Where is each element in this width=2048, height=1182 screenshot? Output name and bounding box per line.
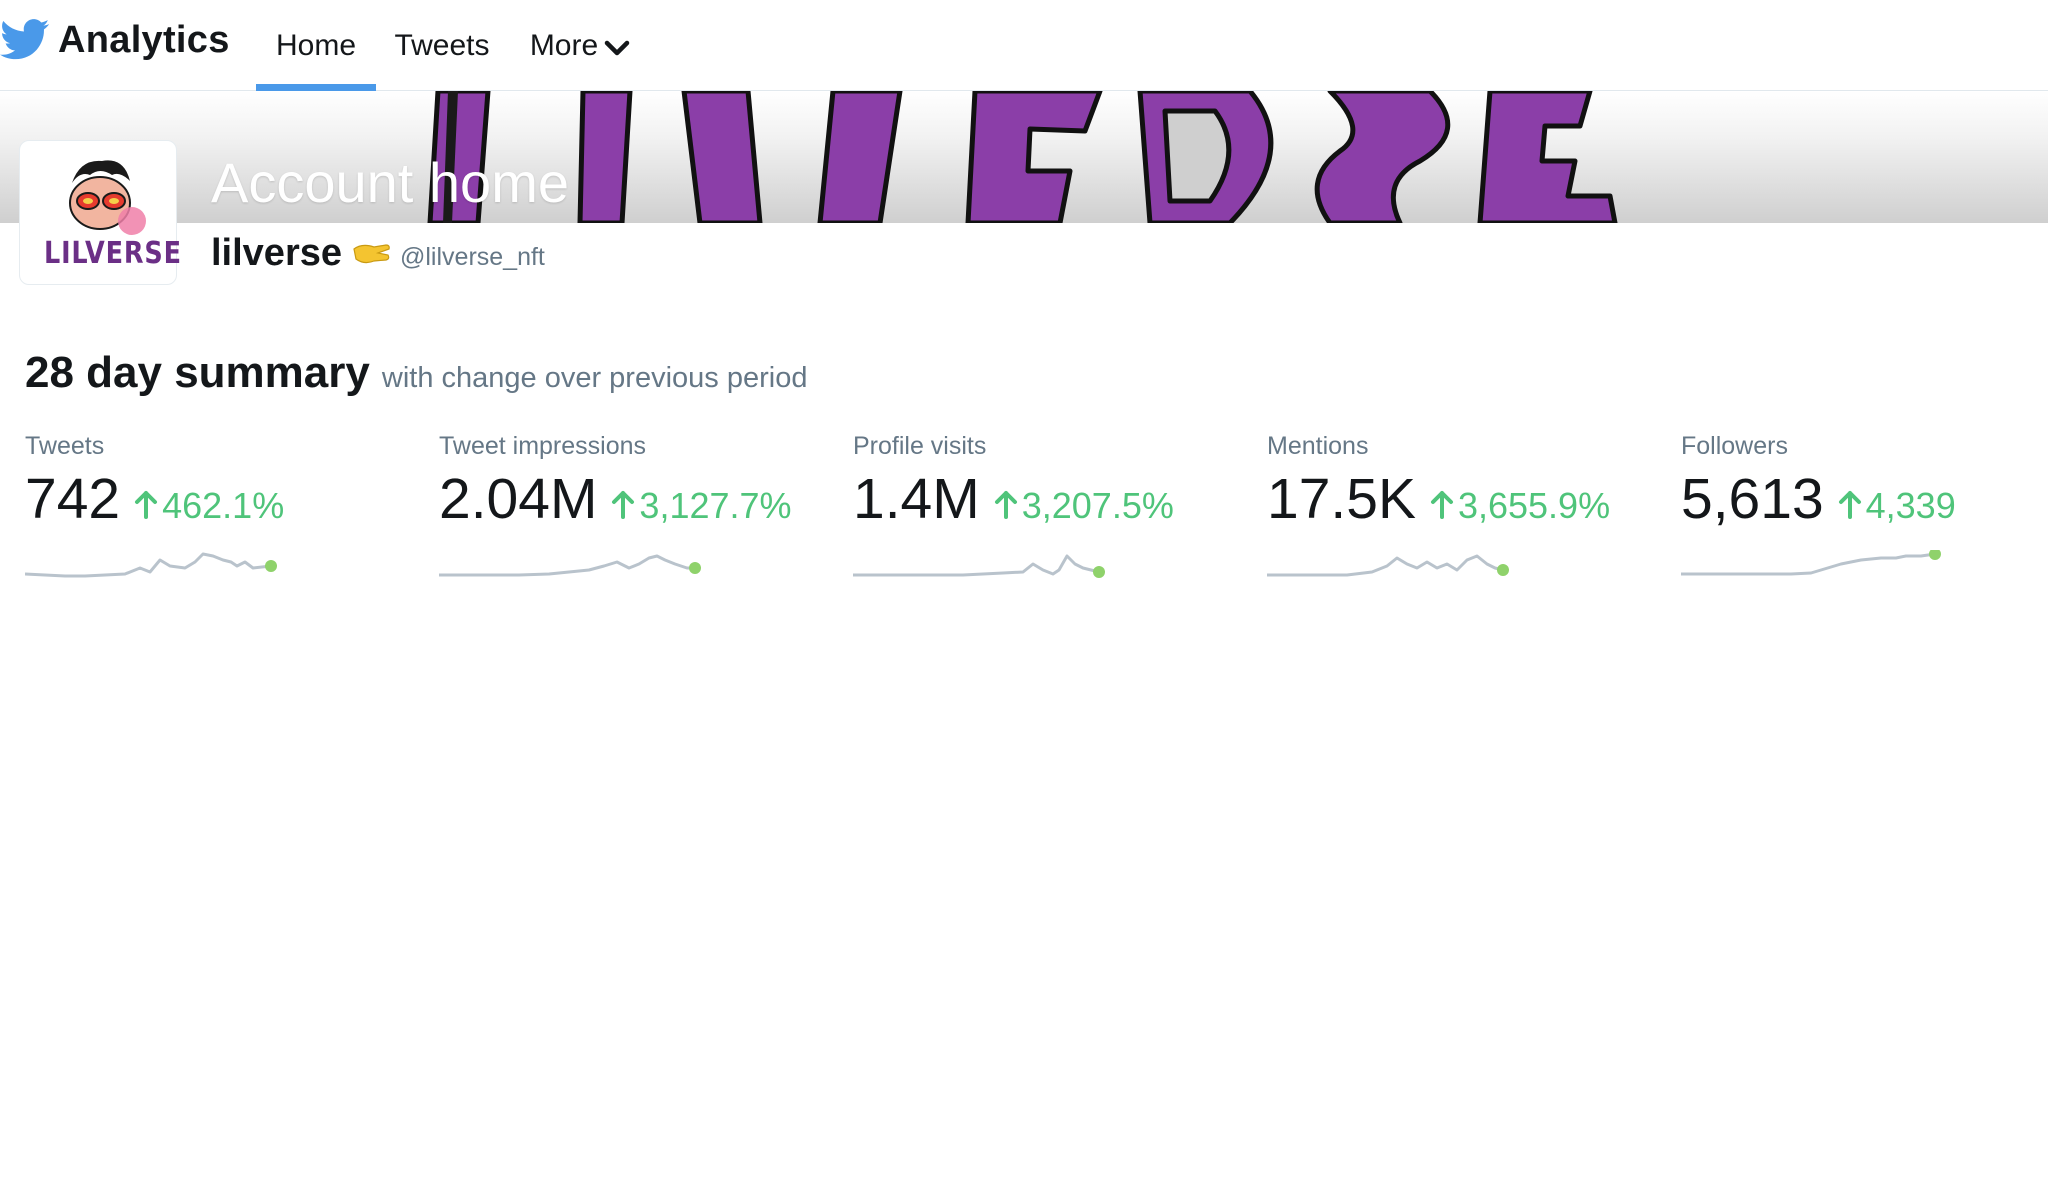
stat-row: 2.04M 3,127.7% [439, 466, 839, 532]
stat-change: 3,127.7% [639, 485, 792, 526]
summary-subtitle: with change over previous period [381, 362, 808, 394]
stat-row: 17.5K 3,655.9% [1267, 466, 1667, 532]
up-arrow-icon [135, 491, 158, 519]
top-navigation: Analytics Home Tweets More [0, 0, 2048, 91]
page-title: Account home [211, 151, 569, 214]
tab-home-label: Home [275, 28, 357, 62]
tab-more[interactable]: More [520, 0, 640, 91]
stat-row: 742 462.1% [25, 466, 425, 532]
stat-followers[interactable]: Followers 5,613 4,339 [1681, 432, 2048, 590]
stat-change: 3,207.5% [1021, 485, 1174, 526]
stat-label: Profile visits [853, 432, 987, 460]
stat-label: Tweets [25, 432, 105, 460]
stat-tweet-impressions[interactable]: Tweet impressions 2.04M 3,127.7% [439, 432, 839, 590]
summary-title: 28 day summary [25, 348, 370, 397]
up-arrow-icon [1430, 491, 1453, 519]
brand[interactable]: Analytics [0, 18, 230, 62]
tab-home[interactable]: Home [256, 0, 376, 91]
tab-tweets[interactable]: Tweets [390, 0, 494, 91]
sparkline-chart [439, 554, 701, 577]
avatar-wordmark: LILVERSE [44, 236, 182, 271]
stat-mentions[interactable]: Mentions 17.5K 3,655.9% [1267, 432, 1667, 590]
stat-tweets[interactable]: Tweets 742 462.1% [25, 432, 425, 590]
stat-value: 17.5K [1267, 467, 1416, 531]
brand-name: Analytics [58, 18, 230, 61]
sparkline-chart [1681, 550, 1941, 576]
stat-label: Followers [1681, 432, 1788, 460]
twitter-bird-icon [0, 19, 50, 60]
stat-change: 3,655.9% [1457, 485, 1611, 526]
stat-value: 2.04M [439, 467, 598, 531]
tab-more-label: More [529, 28, 599, 62]
stat-profile-visits[interactable]: Profile visits 1.4M 3,207.5% [853, 432, 1253, 590]
profile-handle[interactable]: @lilverse_nft [400, 243, 545, 272]
profile-name[interactable]: lilverse [211, 232, 342, 275]
tab-tweets-label: Tweets [394, 28, 490, 62]
stat-change: 462.1% [162, 485, 285, 526]
stat-label: Mentions [1267, 432, 1369, 460]
pinching-hand-icon [353, 243, 390, 263]
sparkline-chart [853, 554, 1105, 578]
sparkline-chart [1267, 554, 1509, 577]
chevron-down-icon [604, 40, 630, 55]
stat-row: 1.4M 3,207.5% [853, 466, 1253, 532]
stat-label: Tweet impressions [439, 432, 647, 460]
stat-row: 5,613 4,339 [1681, 466, 2048, 532]
avatar-wordmark-text: LILVERSE [44, 236, 182, 271]
stat-change: 4,339 [1865, 485, 1956, 526]
up-arrow-icon [612, 491, 635, 519]
stat-value: 1.4M [853, 467, 980, 531]
sparkline-chart [25, 552, 277, 578]
stat-value: 5,613 [1681, 467, 1824, 531]
stat-value: 742 [25, 467, 121, 531]
up-arrow-icon [1838, 491, 1861, 519]
profile-line: lilverse @lilverse_nft [211, 232, 545, 275]
up-arrow-icon [994, 491, 1017, 519]
summary-heading: 28 day summary with change over previous… [25, 348, 807, 398]
